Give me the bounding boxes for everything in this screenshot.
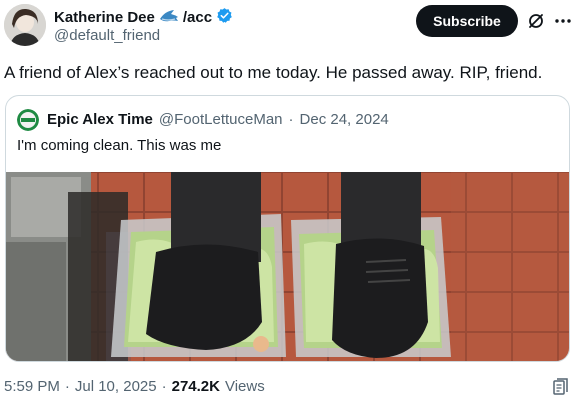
more-icon[interactable] [553,11,573,31]
verified-badge-icon[interactable] [216,7,233,29]
meta-separator: · [64,378,70,395]
quoted-tweet-text: I'm coming clean. This was me [17,137,222,154]
tweet-meta: 5:59 PM · Jul 10, 2025 · 274.2K Views [4,378,265,395]
bookmark-icon[interactable] [551,377,571,397]
quoted-tweet-photo[interactable] [6,172,569,361]
quoted-author-avatar[interactable] [17,109,39,131]
views-label: Views [224,378,265,395]
author-name-suffix: /acc [182,9,213,26]
quoted-separator: · [288,111,294,128]
author-name-row: Katherine Dee /acc [54,7,233,29]
quoted-handle[interactable]: @FootLettuceMan [159,111,283,128]
post-date[interactable]: Jul 10, 2025 [75,378,157,395]
quoted-display-name[interactable]: Epic Alex Time [47,111,153,128]
author-handle[interactable]: @default_friend [54,27,160,45]
grok-icon[interactable] [526,11,546,31]
quoted-tweet-header: Epic Alex Time @FootLettuceMan · Dec 24,… [47,111,389,128]
shark-emoji-icon [159,8,179,29]
quoted-date[interactable]: Dec 24, 2024 [300,111,389,128]
post-time[interactable]: 5:59 PM [4,378,60,395]
views-count: 274.2K [171,378,220,395]
quoted-tweet-card[interactable]: Epic Alex Time @FootLettuceMan · Dec 24,… [5,95,570,362]
meta-separator-2: · [161,378,167,395]
author-display-name[interactable]: Katherine Dee [54,9,155,27]
tweet-text: A friend of Alex’s reached out to me tod… [4,63,543,82]
author-avatar[interactable] [4,4,46,46]
subscribe-button[interactable]: Subscribe [416,5,518,37]
